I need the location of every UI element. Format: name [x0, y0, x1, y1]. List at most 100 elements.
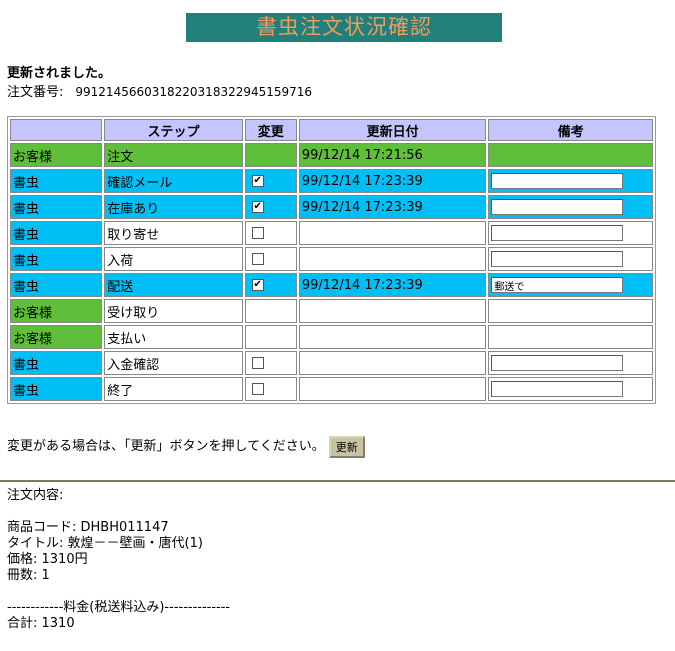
- row-step: 配送: [104, 273, 243, 297]
- divider: [0, 480, 675, 482]
- row-note: [488, 325, 653, 349]
- order-detail-line: 冊数: 1: [7, 568, 50, 583]
- row-date: [298, 221, 487, 245]
- update-hint-text: 変更がある場合は、「更新」ボタンを押してください。: [7, 439, 325, 454]
- row-note: [488, 351, 653, 375]
- change-checkbox[interactable]: ✔: [251, 279, 264, 291]
- row-change: [244, 247, 297, 271]
- row-step: 支払い: [104, 325, 243, 349]
- order-detail-line: 合計: 1310: [7, 616, 75, 631]
- row-actor: お客様: [10, 325, 103, 349]
- row-actor: お客様: [10, 299, 103, 323]
- table-row: 書虫 配送 ✔ 99/12/14 17:23:39: [10, 273, 653, 297]
- note-input[interactable]: [491, 381, 624, 397]
- change-checkbox[interactable]: [251, 383, 264, 395]
- change-checkbox[interactable]: ✔: [251, 175, 264, 187]
- row-note: [488, 299, 653, 323]
- row-change: ✔: [244, 195, 297, 219]
- row-date: [298, 377, 487, 401]
- row-note: [488, 195, 653, 219]
- row-change: [244, 299, 297, 323]
- order-details-lines: 商品コード: DHBH011147 タイトル: 敦煌－－壁画・唐代(1) 価格: 1…: [7, 504, 230, 632]
- row-step: 終了: [104, 377, 243, 401]
- order-detail-line: ------------料金(税送料込み)--------------: [7, 600, 231, 615]
- change-checkbox[interactable]: ✔: [251, 201, 264, 213]
- row-actor: 書虫: [10, 195, 103, 219]
- row-step: 確認メール: [104, 169, 243, 193]
- row-step: 取り寄せ: [104, 221, 243, 245]
- update-hint: 変更がある場合は、「更新」ボタンを押してください。 更新: [7, 435, 365, 458]
- row-date: 99/12/14 17:21:56: [298, 143, 487, 167]
- row-date: [298, 247, 487, 271]
- note-input[interactable]: [491, 251, 624, 267]
- row-step: 受け取り: [104, 299, 243, 323]
- row-step: 入金確認: [104, 351, 243, 375]
- row-change: ✔: [244, 169, 297, 193]
- row-actor: お客様: [10, 143, 103, 167]
- table-row: 書虫 在庫あり ✔ 99/12/14 17:23:39: [10, 195, 653, 219]
- row-step: 注文: [104, 143, 243, 167]
- table-row: お客様 注文 99/12/14 17:21:56: [10, 143, 653, 167]
- row-note: [488, 377, 653, 401]
- order-detail-line: 商品コード: DHBH011147: [7, 520, 169, 535]
- note-input[interactable]: [491, 199, 624, 215]
- order-detail-line: [7, 504, 230, 520]
- row-note: [488, 273, 653, 297]
- row-step: 入荷: [104, 247, 243, 271]
- row-note: [488, 143, 653, 167]
- table-row: 書虫 入金確認: [10, 351, 653, 375]
- row-note: [488, 169, 653, 193]
- row-date: 99/12/14 17:23:39: [298, 273, 487, 297]
- row-note: [488, 221, 653, 245]
- table-body: お客様 注文 99/12/14 17:21:56 書虫 確認メール ✔ 99/12/14 1…: [10, 143, 653, 401]
- order-detail-line: 価格: 1310円: [7, 552, 88, 567]
- header-change: 変更: [244, 119, 297, 141]
- order-details: 注文内容: 商品コード: DHBH011147 タイトル: 敦煌－－壁画・唐代(1…: [7, 488, 230, 632]
- table-row: 書虫 取り寄せ: [10, 221, 653, 245]
- change-checkbox[interactable]: [251, 253, 264, 265]
- row-date: 99/12/14 17:23:39: [298, 169, 487, 193]
- table-row: お客様 支払い: [10, 325, 653, 349]
- order-number-label: 注文番号:: [7, 85, 64, 100]
- note-input[interactable]: [491, 173, 624, 189]
- change-checkbox[interactable]: [251, 227, 264, 239]
- row-change: [244, 221, 297, 245]
- row-date: 99/12/14 17:23:39: [298, 195, 487, 219]
- header-note: 備考: [488, 119, 653, 141]
- table-row: お客様 受け取り: [10, 299, 653, 323]
- row-date: [298, 351, 487, 375]
- change-checkbox[interactable]: [251, 357, 264, 369]
- header-updated-date: 更新日付: [298, 119, 487, 141]
- note-input[interactable]: [491, 355, 624, 371]
- table-row: 書虫 確認メール ✔ 99/12/14 17:23:39: [10, 169, 653, 193]
- row-actor: 書虫: [10, 221, 103, 245]
- row-change: [244, 377, 297, 401]
- note-input[interactable]: [491, 225, 624, 241]
- row-actor: 書虫: [10, 351, 103, 375]
- row-date: [298, 325, 487, 349]
- header-actor: [10, 119, 103, 141]
- row-change: [244, 143, 297, 167]
- row-date: [298, 299, 487, 323]
- row-actor: 書虫: [10, 247, 103, 271]
- page-banner-title: 書虫注文状況確認: [186, 13, 502, 42]
- row-change: ✔: [244, 273, 297, 297]
- order-detail-line: [7, 584, 230, 600]
- row-change: [244, 351, 297, 375]
- row-step: 在庫あり: [104, 195, 243, 219]
- row-actor: 書虫: [10, 169, 103, 193]
- row-note: [488, 247, 653, 271]
- row-actor: 書虫: [10, 273, 103, 297]
- row-actor: 書虫: [10, 377, 103, 401]
- order-details-heading: 注文内容:: [7, 488, 64, 503]
- header-step: ステップ: [104, 119, 243, 141]
- order-detail-line: タイトル: 敦煌－－壁画・唐代(1): [7, 536, 203, 551]
- order-number-line: 注文番号: 9912145660318220318322945159716: [7, 81, 312, 100]
- update-message: 更新されました。: [7, 66, 112, 81]
- table-row: 書虫 入荷: [10, 247, 653, 271]
- update-button[interactable]: 更新: [328, 435, 365, 458]
- table-row: 書虫 終了: [10, 377, 653, 401]
- note-input[interactable]: [491, 277, 624, 293]
- order-number-value: 9912145660318220318322945159716: [75, 85, 313, 99]
- order-status-table: ステップ 変更 更新日付 備考 お客様 注文 99/12/14 17:21:56 書虫…: [7, 116, 656, 404]
